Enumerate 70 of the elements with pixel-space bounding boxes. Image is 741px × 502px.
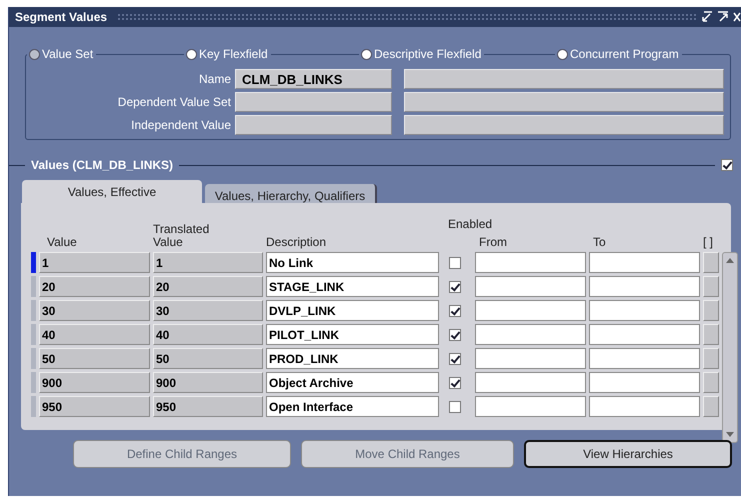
input-field[interactable] bbox=[475, 300, 586, 321]
table-cell: 20 bbox=[153, 276, 263, 297]
table-cell: 900 bbox=[39, 372, 150, 393]
input-field[interactable] bbox=[589, 276, 700, 297]
section-title: Values (CLM_DB_LINKS) bbox=[31, 158, 174, 172]
column-header: Translated Value bbox=[153, 223, 210, 249]
input-field[interactable]: Open Interface bbox=[266, 396, 439, 417]
input-field[interactable]: PILOT_LINK bbox=[266, 324, 439, 345]
checkbox[interactable] bbox=[449, 400, 461, 412]
checkbox[interactable] bbox=[449, 304, 461, 316]
input-field[interactable] bbox=[475, 372, 586, 393]
button[interactable]: View Hierarchies bbox=[524, 440, 732, 468]
table-cell: 40 bbox=[153, 324, 263, 345]
minimize-icon[interactable] bbox=[701, 11, 713, 23]
checkbox[interactable] bbox=[449, 328, 461, 340]
input-field[interactable] bbox=[475, 252, 586, 273]
table-cell: 50 bbox=[153, 348, 263, 369]
table-cell: 30 bbox=[39, 300, 150, 321]
input-field[interactable] bbox=[589, 252, 700, 273]
checkbox[interactable] bbox=[449, 352, 461, 364]
table-cell[interactable] bbox=[703, 348, 719, 369]
input-field[interactable] bbox=[589, 396, 700, 417]
table-cell[interactable] bbox=[703, 396, 719, 417]
column-header: Description bbox=[266, 235, 328, 249]
table-cell[interactable] bbox=[703, 324, 719, 345]
input-field[interactable]: Object Archive bbox=[266, 372, 439, 393]
input-field[interactable] bbox=[589, 372, 700, 393]
input-field[interactable] bbox=[589, 300, 700, 321]
input-field[interactable]: DVLP_LINK bbox=[266, 300, 439, 321]
input-field[interactable] bbox=[475, 276, 586, 297]
field-label: Name bbox=[198, 72, 231, 86]
table-cell[interactable] bbox=[703, 300, 719, 321]
input-field[interactable] bbox=[475, 348, 586, 369]
column-header: From bbox=[478, 235, 508, 249]
input-field[interactable] bbox=[589, 324, 700, 345]
table-cell: 1 bbox=[39, 252, 150, 273]
checkbox[interactable] bbox=[449, 280, 461, 292]
table-cell: 40 bbox=[39, 324, 150, 345]
close-icon[interactable] bbox=[733, 11, 741, 23]
table-cell: 20 bbox=[39, 276, 150, 297]
radio-button[interactable]: Key Flexfield bbox=[186, 47, 361, 61]
checkbox[interactable] bbox=[449, 376, 461, 388]
checkbox[interactable] bbox=[449, 256, 461, 268]
table-cell: 30 bbox=[153, 300, 263, 321]
table-cell[interactable] bbox=[703, 276, 719, 297]
column-header: To bbox=[592, 235, 607, 249]
column-header: Value bbox=[46, 235, 78, 249]
table-cell[interactable] bbox=[703, 252, 719, 273]
input-field[interactable]: No Link bbox=[266, 252, 439, 273]
radio-button[interactable]: Value Set bbox=[29, 47, 186, 61]
column-header: [ ] bbox=[703, 235, 714, 249]
scrollbar[interactable] bbox=[722, 252, 738, 443]
input-field[interactable] bbox=[475, 324, 586, 345]
input-field[interactable] bbox=[475, 396, 586, 417]
table-cell: 950 bbox=[153, 396, 263, 417]
window-title: Segment Values bbox=[15, 10, 108, 24]
table-cell: 1 bbox=[153, 252, 263, 273]
table-cell: 950 bbox=[39, 396, 150, 417]
table-cell[interactable] bbox=[703, 372, 719, 393]
maximize-icon[interactable] bbox=[717, 11, 729, 23]
field-label: Dependent Value Set bbox=[116, 95, 231, 109]
table-cell: 50 bbox=[39, 348, 150, 369]
checkbox[interactable] bbox=[721, 159, 733, 171]
column-header: Enabled bbox=[448, 217, 492, 231]
input-field[interactable] bbox=[589, 348, 700, 369]
table-cell: 900 bbox=[153, 372, 263, 393]
input-field[interactable]: STAGE_LINK bbox=[266, 276, 439, 297]
input-field[interactable]: PROD_LINK bbox=[266, 348, 439, 369]
field-label: Independent Value bbox=[130, 118, 231, 132]
input-field[interactable]: CLM_DB_LINKS bbox=[235, 69, 392, 89]
